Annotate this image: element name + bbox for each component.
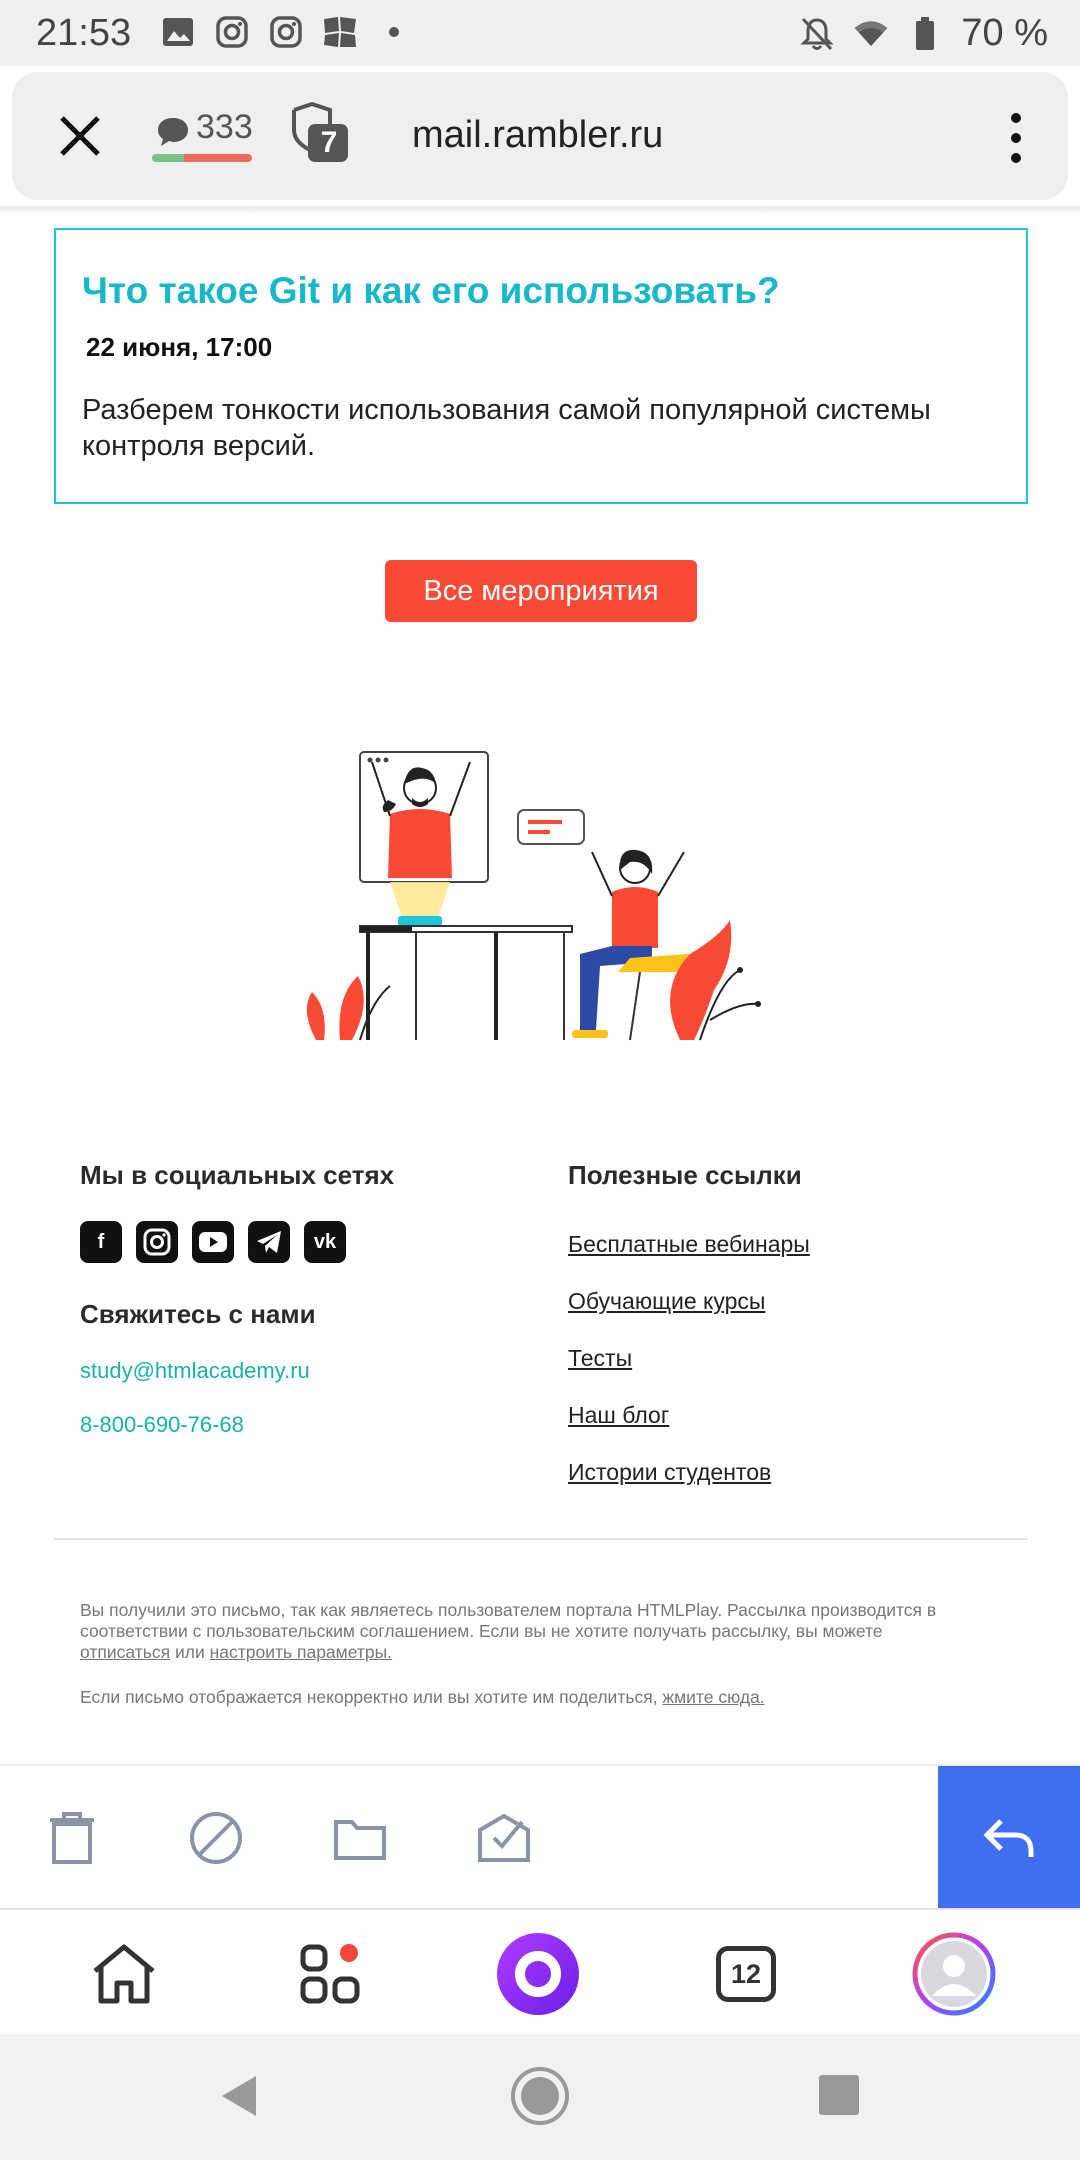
status-time: 21:53 bbox=[36, 12, 132, 54]
move-to-folder-icon[interactable] bbox=[330, 1808, 390, 1868]
address-bar[interactable]: mail.rambler.ru bbox=[412, 114, 663, 157]
battery-icon bbox=[907, 16, 943, 52]
footer-useful-links: Полезные ссылки Бесплатные вебинары Обуч… bbox=[568, 1160, 1028, 1486]
event-description: Разберем тонкости использования самой по… bbox=[82, 394, 931, 462]
useful-links-heading: Полезные ссылки bbox=[568, 1160, 802, 1190]
instagram-icon bbox=[214, 14, 250, 50]
photo-app-icon bbox=[322, 14, 358, 50]
event-title[interactable]: Что такое Git и как его использовать? bbox=[82, 270, 780, 312]
notification-icons bbox=[160, 14, 412, 50]
link-courses[interactable]: Обучающие курсы bbox=[568, 1288, 1028, 1315]
vk-icon[interactable]: vk bbox=[304, 1221, 346, 1263]
settings-link[interactable]: настроить параметры. bbox=[210, 1642, 392, 1662]
toolbar-shadow bbox=[0, 206, 1080, 214]
status-bar: 21:53 70 % bbox=[0, 0, 1080, 66]
telegram-icon[interactable] bbox=[248, 1221, 290, 1263]
unsubscribe-link[interactable]: отписаться bbox=[80, 1642, 170, 1662]
delete-icon[interactable] bbox=[42, 1808, 102, 1868]
event-card: Что такое Git и как его использовать? 22… bbox=[54, 228, 1028, 504]
disclaimer-text: Вы получили это письмо, так как являетес… bbox=[80, 1600, 937, 1641]
contact-phone-link[interactable]: 8-800-690-76-68 bbox=[80, 1412, 560, 1438]
link-student-stories[interactable]: Истории студентов bbox=[568, 1459, 1028, 1486]
all-events-button[interactable]: Все мероприятия bbox=[385, 560, 697, 622]
view-online-text: Если письмо отображается некорректно или… bbox=[80, 1687, 658, 1707]
footer-divider bbox=[54, 1538, 1028, 1540]
system-icons: 70 % bbox=[799, 12, 1048, 55]
mail-action-bar bbox=[0, 1764, 1080, 1910]
tabs-count: 12 bbox=[716, 1946, 776, 2002]
chat-bubble-icon bbox=[158, 118, 188, 146]
youtube-icon[interactable] bbox=[192, 1221, 234, 1263]
profile-icon[interactable] bbox=[912, 1932, 996, 2016]
contact-email-link[interactable]: study@htmlacademy.ru bbox=[80, 1358, 560, 1384]
image-icon bbox=[160, 14, 196, 50]
event-date: 22 июня, 17:00 bbox=[86, 332, 273, 362]
browser-toolbar: 333 7 mail.rambler.ru bbox=[12, 72, 1068, 200]
instagram-icon bbox=[268, 14, 304, 50]
battery-percent: 70 % bbox=[961, 12, 1048, 54]
more-menu-icon[interactable] bbox=[1006, 110, 1026, 166]
mark-read-icon[interactable] bbox=[474, 1808, 534, 1868]
comments-count: 333 bbox=[196, 108, 253, 146]
recents-icon[interactable] bbox=[818, 2074, 860, 2121]
services-icon[interactable] bbox=[290, 1932, 374, 2016]
disclaimer-or: или bbox=[174, 1642, 205, 1662]
dot-icon bbox=[376, 14, 412, 50]
footer-disclaimer: Вы получили это письмо, так как являетес… bbox=[80, 1600, 940, 1663]
contact-heading: Свяжитесь с нами bbox=[80, 1299, 316, 1329]
link-free-webinars[interactable]: Бесплатные вебинары bbox=[568, 1231, 1028, 1258]
comments-button[interactable]: 333 bbox=[152, 108, 262, 164]
home-icon[interactable] bbox=[82, 1932, 166, 2016]
link-tests[interactable]: Тесты bbox=[568, 1345, 1028, 1372]
link-blog[interactable]: Наш блог bbox=[568, 1402, 1028, 1429]
alice-icon[interactable] bbox=[496, 1932, 580, 2016]
social-heading: Мы в социальных сетях bbox=[80, 1160, 395, 1190]
instagram-icon[interactable] bbox=[136, 1221, 178, 1263]
tabs-icon[interactable]: 12 bbox=[704, 1932, 788, 2016]
social-icons: f vk bbox=[80, 1221, 560, 1263]
protection-button[interactable]: 7 bbox=[288, 101, 352, 166]
wifi-icon bbox=[853, 16, 889, 52]
notifications-off-icon bbox=[799, 16, 835, 52]
webinar-illustration bbox=[300, 740, 780, 1060]
facebook-icon[interactable]: f bbox=[80, 1221, 122, 1263]
view-online-link[interactable]: жмите сюда. bbox=[662, 1687, 764, 1707]
footer-contacts: Мы в социальных сетях f vk Свяжитесь с н… bbox=[80, 1160, 560, 1438]
back-icon[interactable] bbox=[216, 2072, 260, 2125]
home-button-icon[interactable] bbox=[510, 2066, 570, 2131]
footer-view-online: Если письмо отображается некорректно или… bbox=[80, 1687, 980, 1708]
app-navigation-bar: 12 bbox=[0, 1908, 1080, 2032]
protection-count: 7 bbox=[320, 126, 338, 159]
system-navigation-bar bbox=[0, 2034, 1080, 2160]
spam-icon[interactable] bbox=[186, 1808, 246, 1868]
close-icon[interactable] bbox=[52, 108, 108, 164]
reply-icon[interactable] bbox=[938, 1766, 1080, 1910]
rating-bar bbox=[152, 154, 252, 162]
